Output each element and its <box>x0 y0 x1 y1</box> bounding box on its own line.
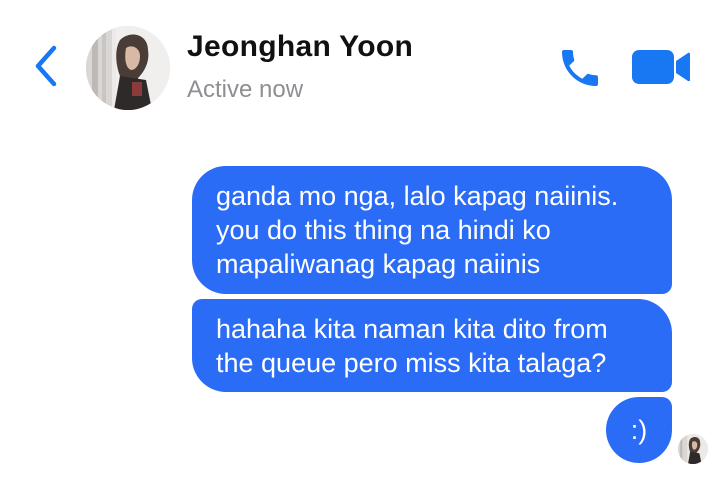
message-bubble[interactable]: :) <box>606 397 672 463</box>
avatar-photo <box>86 26 170 110</box>
call-button[interactable] <box>556 44 604 92</box>
contact-name[interactable]: Jeonghan Yoon <box>187 30 413 64</box>
phone-icon <box>562 50 598 86</box>
seen-avatar <box>678 434 708 464</box>
active-status: Active now <box>187 76 304 103</box>
video-call-button[interactable] <box>630 46 692 88</box>
contact-avatar[interactable] <box>86 26 170 110</box>
chevron-left-icon <box>35 45 57 87</box>
message-bubble[interactable]: ganda mo nga, lalo kapag naiinis. you do… <box>192 166 672 294</box>
chat-header: Jeonghan Yoon Active now <box>0 0 719 130</box>
avatar-photo <box>678 434 708 464</box>
video-camera-icon <box>632 50 690 84</box>
back-button[interactable] <box>28 42 64 90</box>
message-bubble[interactable]: hahaha kita naman kita dito from the que… <box>192 299 672 392</box>
